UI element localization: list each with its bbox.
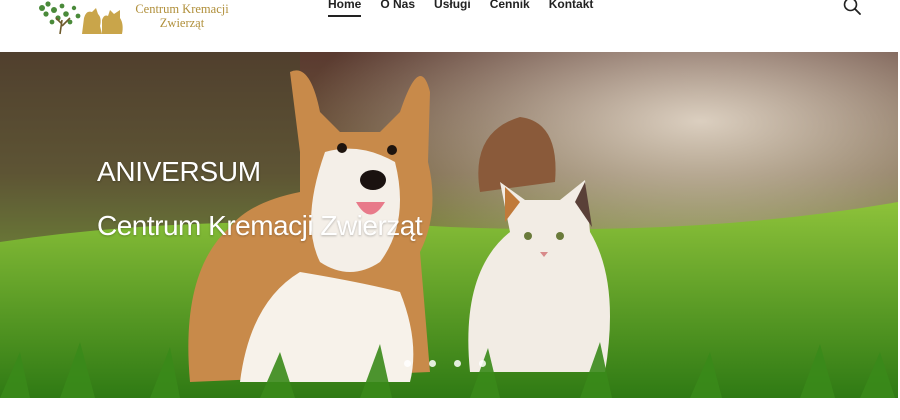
nav-cennik[interactable]: Cennik [490,0,530,13]
site-logo[interactable]: Centrum Kremacji Zwierząt [36,0,236,40]
slider-dot[interactable] [479,360,486,367]
hero-slider: ANIVERSUM Centrum Kremacji Zwierząt [0,52,898,398]
site-header: Centrum Kremacji Zwierząt Home O Nas Usł… [0,0,900,52]
logo-line-2: Zwierząt [159,16,205,30]
hero-title: ANIVERSUM [97,156,261,187]
slider-dot[interactable] [454,360,461,367]
logo-text: Centrum Kremacji Zwierząt [132,2,232,30]
nav-o-nas[interactable]: O Nas [380,0,415,13]
slider-dot[interactable] [429,360,436,367]
nav-kontakt[interactable]: Kontakt [549,0,594,13]
nav-home[interactable]: Home [328,0,362,17]
paw-tree-logo-icon [39,1,123,35]
slider-dot[interactable] [404,360,411,367]
page-bottom-strip [0,398,900,420]
logo-line-1: Centrum Kremacji [135,2,229,16]
search-icon[interactable] [843,0,861,15]
hero-subtitle: Centrum Kremacji Zwierząt [97,210,423,241]
slider-dots [404,360,486,367]
nav-uslugi[interactable]: Usługi [434,0,471,13]
main-nav: Home O Nas Usługi Cennik Kontakt [328,0,612,17]
